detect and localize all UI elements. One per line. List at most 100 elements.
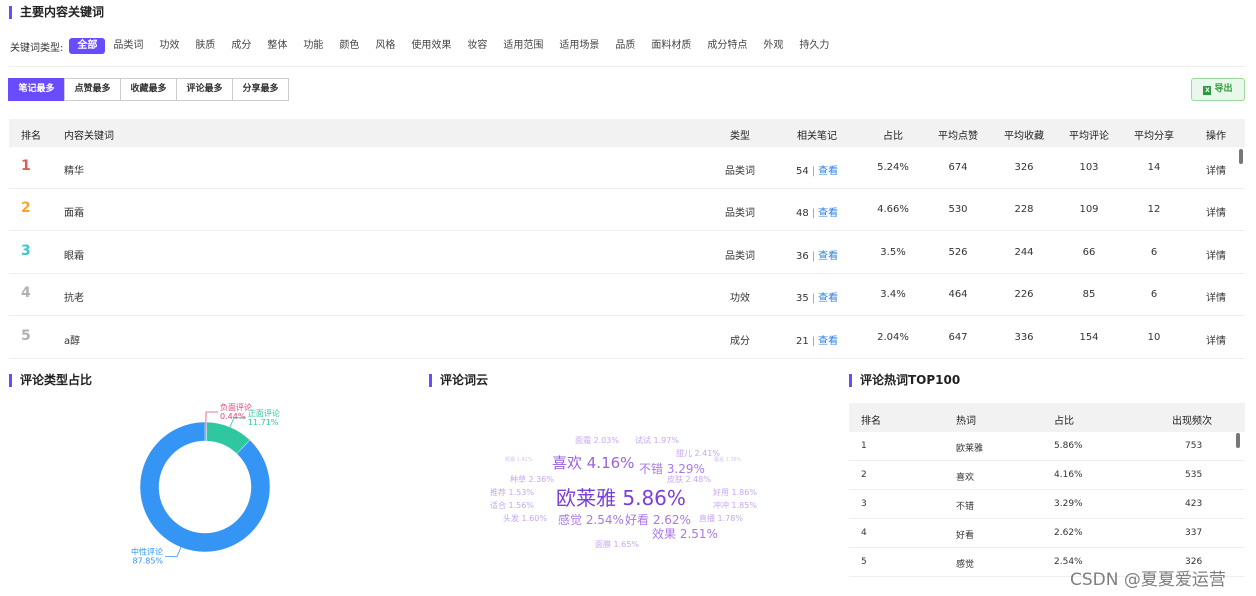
section-title-word-cloud: 评论词云	[429, 374, 488, 387]
type-cell: 品类词	[725, 166, 755, 177]
word-cloud-term[interactable]: 头发 1.60%	[503, 513, 547, 524]
hot-th-count: 出现频次	[1172, 416, 1212, 427]
th-likes: 平均点赞	[938, 131, 978, 142]
filter-item[interactable]: 妆容	[459, 38, 495, 54]
word-cloud-term[interactable]: 种草 2.36%	[510, 474, 554, 485]
filter-item[interactable]: 品质	[607, 38, 643, 54]
filter-item[interactable]: 功能	[295, 38, 331, 54]
filter-item[interactable]: 整体	[259, 38, 295, 54]
view-link[interactable]: 查看	[818, 208, 838, 219]
tab-sort[interactable]: 点赞最多	[64, 78, 121, 101]
export-button[interactable]: X 导出	[1191, 78, 1245, 101]
keyword-cell: 抗老	[64, 293, 84, 305]
donut-slice[interactable]	[139, 421, 271, 553]
word-cloud-term[interactable]: 冲冲 1.85%	[713, 500, 757, 511]
keyword-table-scrollbar[interactable]	[1239, 149, 1243, 164]
keyword-cell: a醇	[64, 335, 81, 347]
tab-sort[interactable]: 收藏最多	[120, 78, 177, 101]
type-cell: 品类词	[725, 250, 755, 262]
notes-cell: 21 | 查看	[796, 332, 838, 347]
detail-link[interactable]: 详情	[1186, 289, 1246, 304]
word-cloud-term[interactable]: 皮肤 2.48%	[667, 474, 711, 485]
sort-tabs: 笔记最多 点赞最多 收藏最多 评论最多 分享最多	[8, 78, 289, 101]
type-cell: 品类词	[725, 208, 755, 220]
hot-rank-cell: 5	[861, 557, 867, 567]
notes-separator: |	[811, 166, 816, 177]
notes-separator: |	[811, 250, 816, 262]
word-cloud-term[interactable]: 感觉 2.54%	[558, 511, 624, 528]
filter-item[interactable]: 面料材质	[643, 38, 699, 54]
word-cloud-term[interactable]: 直播 1.78%	[699, 513, 743, 524]
favs-cell: 226	[1014, 289, 1034, 301]
hot-rank-cell: 2	[861, 470, 867, 480]
tab-sort[interactable]: 评论最多	[176, 78, 233, 101]
hot-th-word: 热词	[956, 416, 976, 427]
word-cloud-term[interactable]: 效果 2.51%	[652, 525, 718, 542]
hot-words-table-header: 排名 热词 占比 出现频次	[849, 403, 1245, 432]
favs-cell: 244	[1014, 246, 1034, 258]
notes-cell: 36 | 查看	[796, 247, 838, 262]
word-cloud-term[interactable]: 欧莱雅 5.86%	[556, 482, 686, 511]
view-link[interactable]: 查看	[818, 336, 838, 347]
detail-link[interactable]: 详情	[1186, 162, 1246, 177]
th-keyword: 内容关键词	[64, 131, 114, 142]
shares-cell: 10	[1147, 331, 1161, 343]
filter-item[interactable]: 适用范围	[495, 38, 551, 54]
filter-item[interactable]: 风格	[367, 38, 403, 54]
filter-item[interactable]: 适用场景	[551, 38, 607, 54]
table-row: 1 精华 品类词 54 | 查看 5.24% 674 326 103 14 详情	[9, 147, 1245, 189]
ratio-cell: 2.04%	[877, 331, 909, 343]
word-cloud-term[interactable]: 好用 1.86%	[713, 487, 757, 498]
th-favs: 平均收藏	[1004, 131, 1044, 142]
th-type: 类型	[730, 131, 750, 142]
notes-separator: |	[811, 293, 816, 305]
word-cloud-term[interactable]: 推荐 1.53%	[490, 487, 534, 498]
table-row: 5 a醇 成分 21 | 查看 2.04% 647 336 154 10 详情	[9, 317, 1245, 359]
favs-cell: 326	[1014, 162, 1034, 173]
detail-link[interactable]: 详情	[1186, 247, 1246, 262]
hot-ratio-cell: 4.16%	[1054, 470, 1083, 480]
ratio-cell: 3.4%	[880, 289, 906, 301]
detail-link[interactable]: 详情	[1186, 332, 1246, 347]
word-cloud-term[interactable]: 适合 1.56%	[490, 500, 534, 511]
favs-cell: 228	[1014, 204, 1034, 216]
rank-number: 1	[21, 158, 31, 174]
th-comments: 平均评论	[1069, 131, 1109, 142]
tab-sort[interactable]: 分享最多	[232, 78, 289, 101]
comment-type-donut-chart: 负面评论0.44% 正面评论11.71%中性评论87.85%	[131, 402, 280, 566]
th-rank: 排名	[21, 131, 41, 142]
word-cloud-term[interactable]: 覆盖 1.36%	[714, 456, 741, 463]
filter-item[interactable]: 持久力	[791, 38, 837, 54]
hot-words-scrollbar[interactable]	[1236, 433, 1240, 448]
hot-word-row: 3 不错 3.29% 423	[849, 490, 1245, 519]
filter-item[interactable]: 功效	[151, 38, 187, 54]
hot-word-cell: 喜欢	[956, 473, 975, 483]
view-link[interactable]: 查看	[818, 251, 838, 262]
word-cloud-term[interactable]: 喜欢 4.16%	[552, 452, 634, 473]
view-link[interactable]: 查看	[818, 166, 838, 177]
ratio-cell: 4.66%	[877, 204, 909, 216]
filter-item[interactable]: 肤质	[187, 38, 223, 54]
filter-item[interactable]: 外观	[755, 38, 791, 54]
filter-item[interactable]: 成分特点	[699, 38, 755, 54]
donut-slice-label: 中性评论	[131, 547, 163, 557]
filter-item[interactable]: 颜色	[331, 38, 367, 54]
notes-cell: 48 | 查看	[796, 204, 838, 219]
filter-item[interactable]: 全部	[69, 38, 106, 54]
filter-item[interactable]: 成分	[223, 38, 259, 54]
detail-link[interactable]: 详情	[1186, 204, 1246, 219]
filter-item[interactable]: 使用效果	[403, 38, 459, 54]
word-cloud-term[interactable]: 眼霜 1.42%	[505, 456, 532, 463]
tab-sort[interactable]: 笔记最多	[8, 78, 65, 101]
comments-cell: 66	[1082, 246, 1096, 258]
word-cloud-term[interactable]: 试试 1.97%	[635, 435, 679, 446]
table-row: 3 眼霜 品类词 36 | 查看 3.5% 526 244 66 6 详情	[9, 232, 1245, 274]
watermark: CSDN @夏夏爱运营	[1070, 570, 1226, 590]
hot-word-cell: 好看	[956, 531, 975, 541]
word-cloud-term[interactable]: 面霜 2.03%	[575, 435, 619, 446]
hot-count-cell: 535	[1185, 470, 1203, 480]
filter-item[interactable]: 品类词	[105, 38, 151, 54]
word-cloud-term[interactable]: 面膜 1.65%	[595, 539, 639, 550]
view-link[interactable]: 查看	[818, 293, 838, 304]
donut-slice-label: 正面评论	[248, 408, 280, 418]
